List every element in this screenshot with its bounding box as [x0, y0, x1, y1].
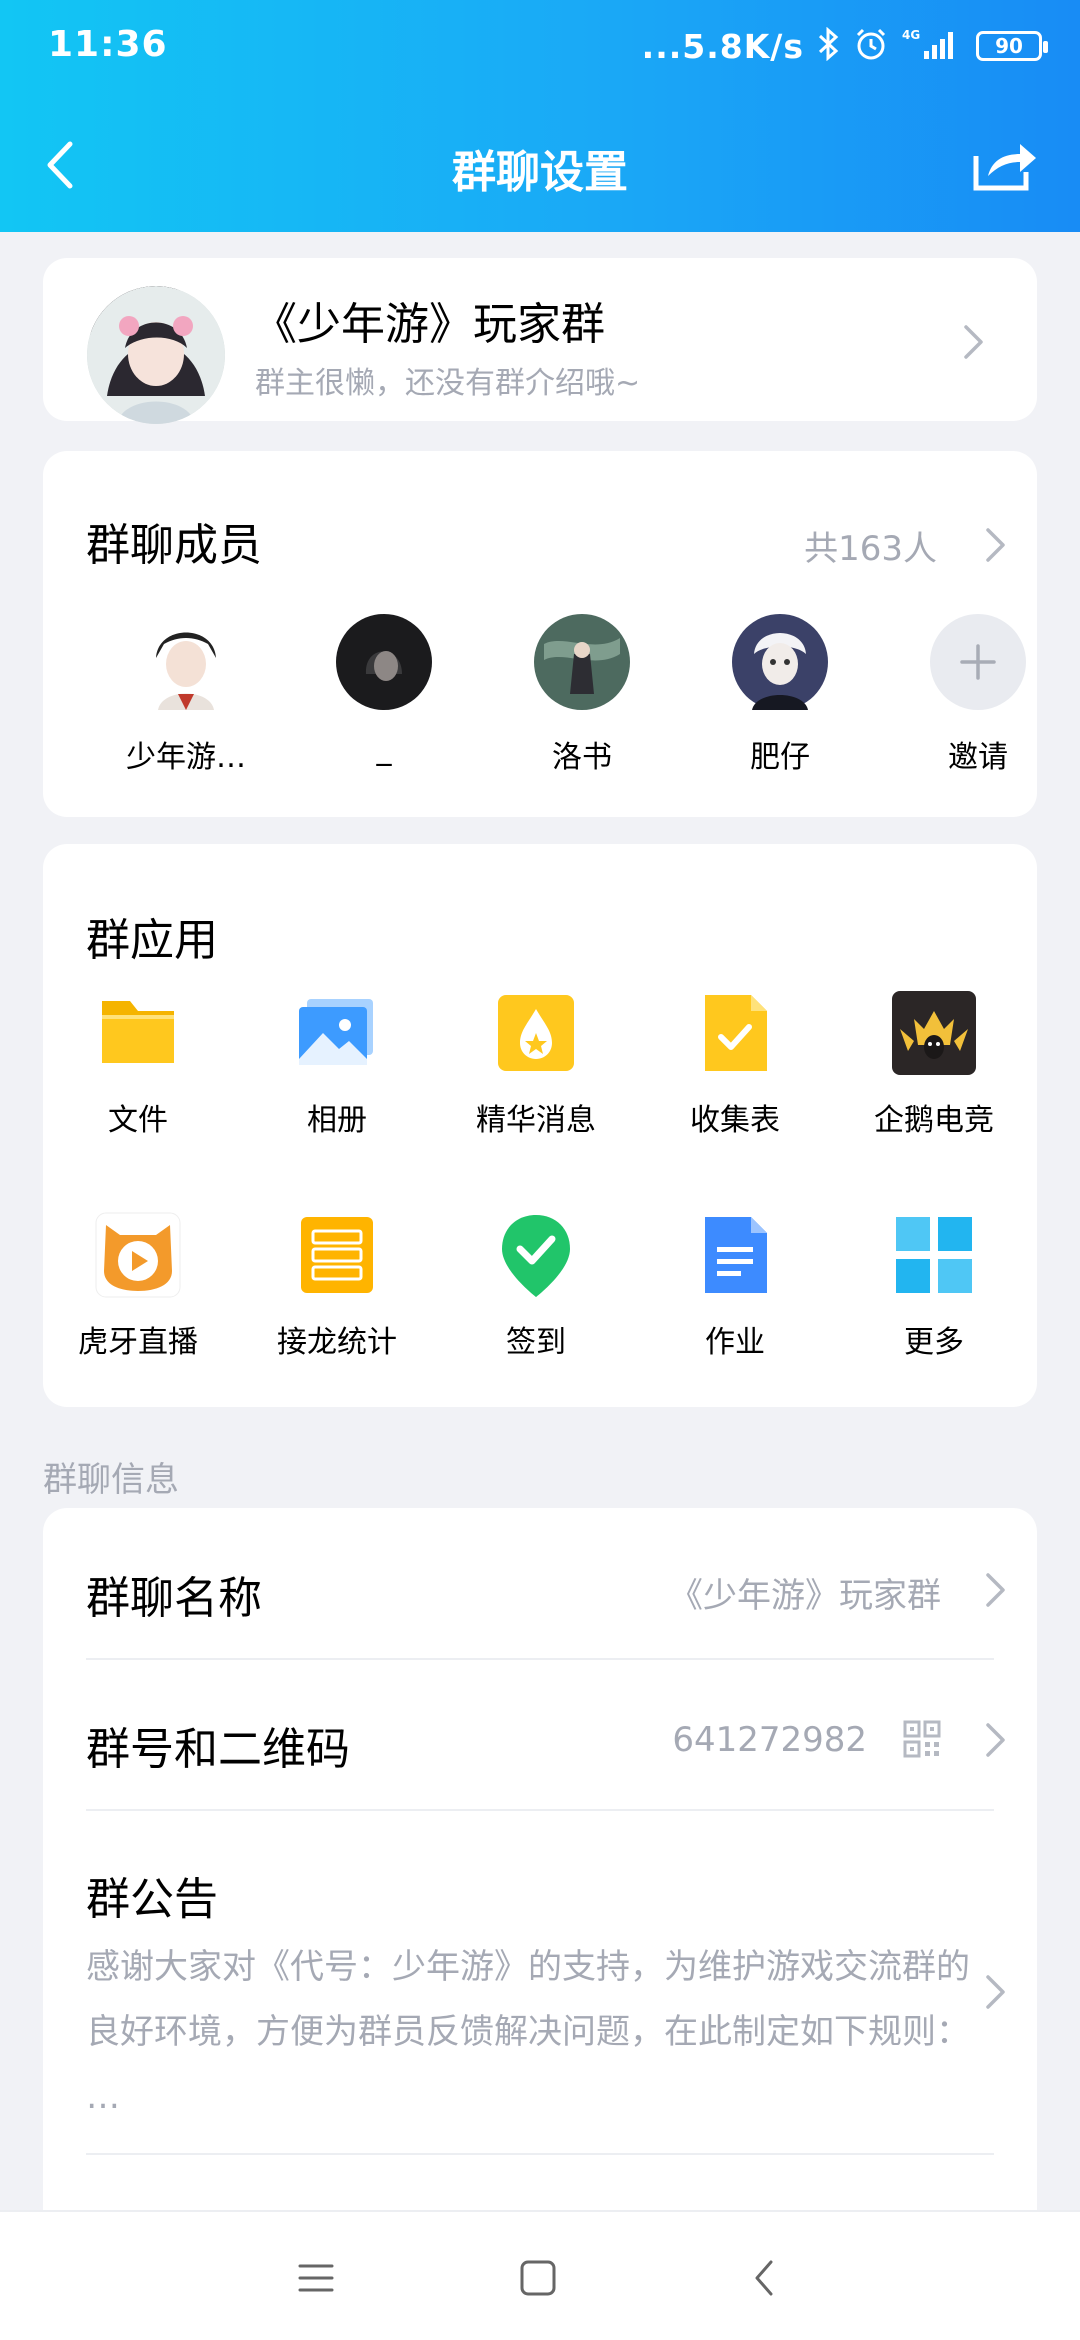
- essence-icon: [492, 989, 580, 1077]
- chevron-right-icon[interactable]: [985, 527, 1007, 563]
- invite-label: 邀请: [948, 740, 1008, 775]
- folder-icon: [94, 989, 182, 1077]
- member-name: 少年游…: [126, 740, 246, 775]
- group-name-row-value[interactable]: 《少年游》玩家群: [669, 1568, 941, 1617]
- member-avatar: [336, 614, 432, 710]
- group-name-row-title[interactable]: 群聊名称: [86, 1562, 262, 1626]
- app-esports[interactable]: 企鹅电竞: [839, 989, 1029, 1139]
- app-label: 签到: [506, 1325, 566, 1360]
- member-item[interactable]: 洛书: [507, 614, 657, 776]
- member-item[interactable]: 肥仔: [705, 614, 855, 776]
- network-speed: ...5.8K/s: [641, 26, 804, 66]
- alarm-icon: [854, 27, 888, 65]
- form-icon: [691, 989, 779, 1077]
- group-avatar: [87, 286, 225, 424]
- app-label: 接龙统计: [277, 1325, 397, 1360]
- member-avatar: [138, 614, 234, 710]
- more-icon: [890, 1211, 978, 1299]
- menu-icon[interactable]: [286, 2252, 346, 2304]
- homework-icon: [691, 1211, 779, 1299]
- app-more[interactable]: 更多: [839, 1211, 1029, 1361]
- invite-button[interactable]: 邀请: [903, 614, 1053, 776]
- group-name: 《少年游》玩家群: [253, 299, 605, 350]
- group-notice-title[interactable]: 群公告: [86, 1863, 218, 1927]
- app-album[interactable]: 相册: [242, 989, 432, 1139]
- member-name: 肥仔: [750, 740, 810, 775]
- home-icon[interactable]: [508, 2252, 568, 2304]
- member-avatar: [732, 614, 828, 710]
- app-label: 精华消息: [476, 1103, 596, 1138]
- member-avatar: [534, 614, 630, 710]
- page-title: 群聊设置: [452, 147, 628, 198]
- app-label: 文件: [108, 1103, 168, 1138]
- divider: [86, 1809, 994, 1811]
- bluetooth-icon: [818, 26, 840, 65]
- battery-icon: 90: [976, 31, 1048, 61]
- system-nav-bar: [0, 2210, 1080, 2340]
- chevron-right-icon: [963, 324, 985, 360]
- member-name: _: [376, 732, 392, 767]
- group-profile-card[interactable]: 《少年游》玩家群 群主很懒，还没有群介绍哦~: [43, 258, 1037, 424]
- status-time: 11:36: [48, 24, 168, 65]
- group-info-section-label: 群聊信息: [43, 1460, 179, 1500]
- member-item[interactable]: _: [309, 614, 459, 767]
- app-form[interactable]: 收集表: [640, 989, 830, 1139]
- member-name: 洛书: [552, 740, 612, 775]
- chevron-right-icon[interactable]: [985, 1572, 1007, 1608]
- apps-title: 群应用: [86, 915, 218, 966]
- group-number-row-title[interactable]: 群号和二维码: [86, 1713, 350, 1777]
- app-homework[interactable]: 作业: [640, 1211, 830, 1361]
- signal-icon: 4G: [902, 27, 962, 65]
- members-count[interactable]: 共163人: [804, 521, 937, 570]
- checkin-icon: [492, 1211, 580, 1299]
- signal-label: 4G: [902, 28, 920, 42]
- back-icon[interactable]: [735, 2252, 795, 2304]
- share-icon[interactable]: [970, 134, 1040, 194]
- chevron-right-icon[interactable]: [985, 1974, 1007, 2010]
- divider: [86, 1658, 994, 1660]
- esports-icon: [890, 989, 978, 1077]
- members-card: 群聊成员 共163人 少年游… _ 洛书 肥仔 邀请: [43, 451, 1037, 817]
- group-apps-card: 群应用 文件 相册 精华消息 收集表 企鹅电竞 虎牙直播 接龙统计 签到 作业 …: [43, 844, 1037, 1407]
- app-relay[interactable]: 接龙统计: [242, 1211, 432, 1361]
- nav-bar: 群聊设置: [0, 120, 1080, 210]
- relay-icon: [293, 1211, 381, 1299]
- group-notice-text[interactable]: 感谢大家对《代号：少年游》的支持，为维护游戏交流群的良好环境，方便为群员反馈解决…: [86, 1935, 976, 2130]
- group-number-value[interactable]: 641272982: [672, 1720, 867, 1760]
- app-label: 相册: [307, 1103, 367, 1138]
- chevron-right-icon[interactable]: [985, 1722, 1007, 1758]
- status-icons: ...5.8K/s 4G 90: [641, 22, 1048, 70]
- members-title: 群聊成员: [86, 520, 262, 571]
- app-checkin[interactable]: 签到: [441, 1211, 631, 1361]
- app-label: 作业: [705, 1325, 765, 1360]
- app-label: 收集表: [690, 1103, 780, 1138]
- member-item[interactable]: 少年游…: [111, 614, 261, 776]
- app-huya[interactable]: 虎牙直播: [43, 1211, 233, 1361]
- qr-code-icon[interactable]: [903, 1720, 941, 1758]
- top-bar: 11:36 ...5.8K/s 4G 90 群聊设置: [0, 0, 1080, 232]
- app-files[interactable]: 文件: [43, 989, 233, 1139]
- huya-icon: [94, 1211, 182, 1299]
- group-description: 群主很懒，还没有群介绍哦~: [255, 366, 641, 401]
- album-icon: [293, 989, 381, 1077]
- app-essence[interactable]: 精华消息: [441, 989, 631, 1139]
- status-bar: 11:36 ...5.8K/s 4G 90: [0, 0, 1080, 92]
- plus-icon: [930, 614, 1026, 710]
- app-label: 更多: [904, 1325, 964, 1360]
- app-label: 虎牙直播: [78, 1325, 198, 1360]
- app-label: 企鹅电竞: [874, 1103, 994, 1138]
- divider: [86, 2153, 994, 2155]
